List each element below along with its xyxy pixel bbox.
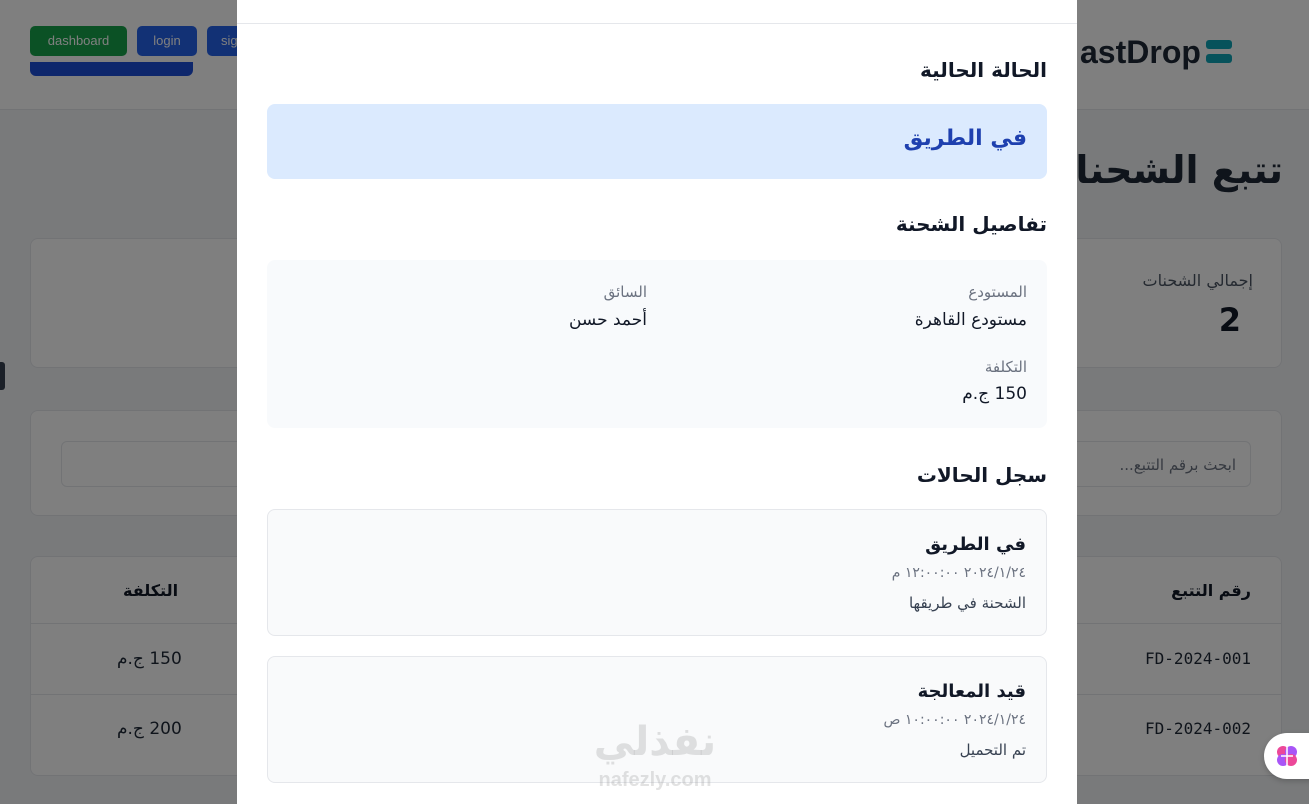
warehouse-label: المستودع [968,283,1027,301]
cost-value: 150 ج.م [962,384,1027,404]
current-status-value: في الطريق [903,126,1027,151]
shipment-details-modal: الحالة الحالية في الطريق تفاصيل الشحنة ا… [237,0,1077,804]
shipment-details-box: المستودع مستودع القاهرة السائق أحمد حسن … [267,260,1047,428]
brain-icon [1277,746,1297,766]
current-status-box: في الطريق [267,104,1047,179]
cost-label: التكلفة [984,358,1027,376]
history-note: تم التحميل [959,741,1026,759]
warehouse-value: مستودع القاهرة [914,310,1027,330]
history-status: في الطريق [925,534,1026,555]
driver-value: أحمد حسن [568,310,647,330]
history-note: الشحنة في طريقها [908,594,1026,612]
driver-label: السائق [603,283,647,301]
history-item: في الطريق ٢٠٢٤/١/٢٤ ١٢:٠٠:٠٠ م الشحنة في… [267,509,1047,636]
history-heading: سجل الحالات [916,463,1047,487]
current-status-heading: الحالة الحالية [920,58,1047,82]
modal-header [237,0,1077,24]
history-datetime: ٢٠٢٤/١/٢٤ ١٠:٠٠:٠٠ ص [883,712,1026,728]
history-item: قيد المعالجة ٢٠٢٤/١/٢٤ ١٠:٠٠:٠٠ ص تم الت… [267,656,1047,783]
history-status: قيد المعالجة [917,681,1026,702]
assistant-button[interactable] [1264,733,1309,779]
history-datetime: ٢٠٢٤/١/٢٤ ١٢:٠٠:٠٠ م [891,565,1026,581]
details-heading: تفاصيل الشحنة [895,212,1047,236]
